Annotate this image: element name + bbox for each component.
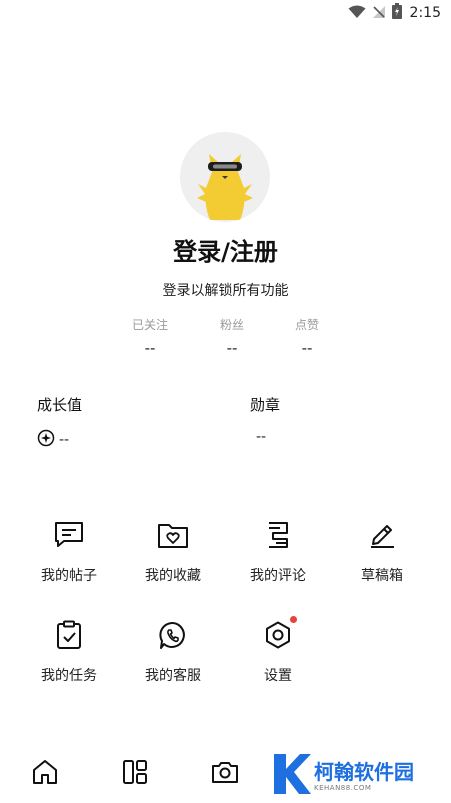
medals-label[interactable]: 勋章 — [250, 394, 280, 415]
growth-value-label[interactable]: 成长值 — [37, 394, 82, 415]
menu-label: 我的任务 — [41, 668, 97, 684]
posts-icon — [52, 518, 86, 552]
status-time: 2:15 — [409, 5, 441, 21]
layout-icon — [121, 758, 149, 790]
stat-label: 已关注 — [131, 318, 168, 332]
notification-dot — [290, 616, 297, 623]
cat-mascot-avatar — [197, 154, 253, 220]
menu-my-customer-service[interactable]: 我的客服 — [121, 618, 225, 692]
growth-value[interactable]: -- — [37, 429, 69, 451]
menu-settings[interactable]: 设置 — [226, 616, 330, 692]
stat-label: 点赞 — [294, 318, 319, 332]
tasks-clipboard-icon — [52, 618, 86, 652]
watermark-name: 柯翰软件园 — [314, 759, 414, 784]
settings-hexagon-icon — [261, 616, 297, 652]
login-subtitle: 登录以解锁所有功能 — [162, 283, 289, 299]
menu-label: 我的收藏 — [145, 568, 201, 584]
home-icon — [31, 758, 59, 790]
menu-my-comments[interactable]: 我的评论 — [226, 518, 330, 592]
status-icons: 2:15 — [348, 3, 441, 23]
nav-camera[interactable] — [205, 754, 245, 794]
stat-value: -- — [301, 339, 313, 357]
watermark-k-icon — [270, 752, 312, 800]
menu-my-tasks[interactable]: 我的任务 — [17, 618, 121, 692]
phone-chat-icon — [156, 618, 190, 652]
growth-star-icon — [37, 429, 55, 451]
stat-following[interactable]: 已关注 -- — [110, 316, 190, 357]
nav-home[interactable] — [25, 754, 65, 794]
menu-my-posts[interactable]: 我的帖子 — [17, 518, 121, 592]
stat-value: -- — [226, 339, 238, 357]
medals-value[interactable]: -- — [256, 429, 266, 445]
avatar[interactable] — [180, 132, 270, 222]
menu-label: 我的评论 — [250, 568, 306, 584]
menu-drafts[interactable]: 草稿箱 — [330, 518, 434, 592]
menu-label: 草稿箱 — [361, 568, 403, 584]
battery-charging-icon — [391, 3, 402, 23]
no-signal-icon — [372, 4, 386, 23]
camera-icon — [210, 758, 240, 790]
wifi-icon — [348, 4, 366, 23]
favorites-folder-icon — [156, 518, 190, 552]
status-bar: 2:15 — [0, 0, 451, 26]
login-register-title[interactable]: 登录/注册 — [0, 232, 451, 267]
stat-label: 粉丝 — [219, 318, 244, 332]
menu-label: 我的客服 — [145, 668, 201, 684]
stat-value: -- — [144, 339, 156, 357]
stat-followers[interactable]: 粉丝 -- — [192, 316, 272, 357]
menu-my-favorites[interactable]: 我的收藏 — [121, 518, 225, 592]
watermark-domain: KEHAN88.COM — [314, 783, 372, 792]
watermark-logo: 柯翰软件园 KEHAN88.COM — [270, 752, 451, 800]
stat-likes[interactable]: 点赞 -- — [267, 316, 347, 357]
nav-layout[interactable] — [115, 754, 155, 794]
menu-label: 设置 — [264, 668, 292, 684]
comments-icon — [261, 518, 295, 552]
pencil-icon — [365, 518, 399, 552]
menu-label: 我的帖子 — [41, 568, 97, 584]
growth-value-text: -- — [59, 432, 70, 448]
